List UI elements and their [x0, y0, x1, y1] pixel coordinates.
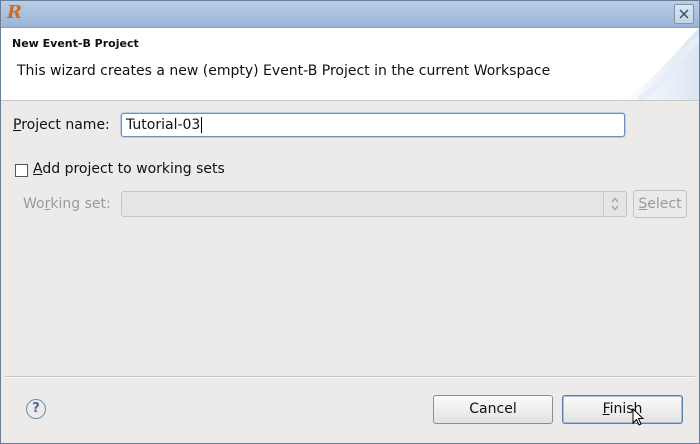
close-button[interactable] [674, 4, 694, 24]
close-icon [679, 9, 689, 19]
combo-spinner-icon [603, 192, 626, 216]
working-sets-checkbox[interactable] [15, 164, 28, 177]
rodin-logo-icon: R [7, 2, 22, 23]
title-bar[interactable]: R [1, 1, 699, 28]
working-set-combo[interactable] [121, 191, 627, 217]
project-name-label: Project name: [13, 117, 110, 133]
new-project-dialog: R New Event-B Project This wizard create… [0, 0, 700, 444]
banner-decoration [619, 28, 699, 100]
mouse-pointer-icon [632, 408, 645, 426]
cancel-button[interactable]: Cancel [433, 395, 553, 424]
footer-separator [5, 376, 695, 378]
help-icon[interactable]: ? [26, 399, 46, 419]
working-set-label: Working set: [23, 196, 111, 212]
project-name-input[interactable]: Tutorial-03 [121, 113, 625, 137]
wizard-title: New Event-B Project [12, 37, 139, 50]
select-working-set-button[interactable]: Select [633, 190, 687, 218]
wizard-description: This wizard creates a new (empty) Event-… [17, 63, 551, 79]
wizard-header: New Event-B Project This wizard creates … [1, 28, 699, 101]
finish-button[interactable]: Finish [562, 395, 683, 424]
working-sets-checkbox-label[interactable]: Add project to working sets [33, 161, 225, 177]
